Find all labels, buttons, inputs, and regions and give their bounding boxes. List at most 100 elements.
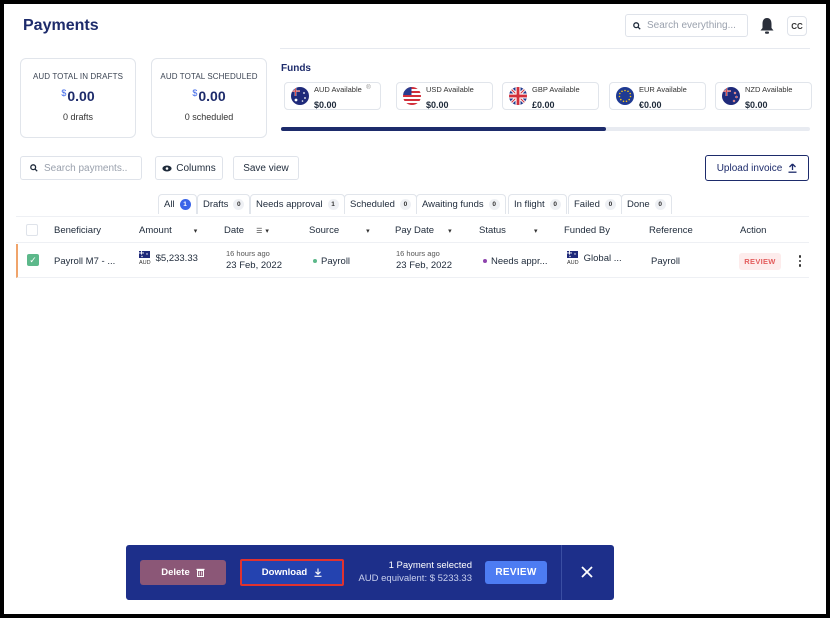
columns-label: Columns [176,162,216,174]
fund-name-eur: EUR Available [639,85,687,94]
search-icon [30,164,38,172]
fund-value-eur: €0.00 [639,100,662,110]
tab-awaiting-funds[interactable]: Awaiting funds 0 [416,194,506,214]
scheduled-count: 0 scheduled [184,112,234,122]
app-window: Payments Search everything... CC AUD TOT… [4,4,826,614]
upload-invoice-label: Upload invoice [716,162,783,174]
fund-value-aud: $0.00 [314,100,337,110]
trash-icon [196,568,205,577]
australia-flag-icon: AUD [139,251,151,266]
drafts-total-card: AUD TOTAL IN DRAFTS $0.00 0 drafts [20,58,136,138]
column-header-status[interactable]: Status ▾ [479,225,537,236]
chevron-down-icon[interactable]: ▾ [194,227,198,235]
tab-scheduled[interactable]: Scheduled 0 [344,194,417,214]
tab-in-flight[interactable]: In flight 0 [508,194,567,214]
uk-flag-icon [509,87,527,105]
bulk-action-bar: Delete Download 1 Payment selected AUD e… [126,545,614,600]
funds-title: Funds [281,63,311,74]
select-all-checkbox[interactable] [26,224,38,236]
aud-equivalent-text: AUD equivalent: $ 5233.33 [358,573,472,584]
fund-card-usd[interactable]: USD Available $0.00 [396,82,493,110]
tab-count-badge: 0 [604,199,616,210]
chevron-down-icon[interactable]: ▾ [534,227,538,235]
cell-pay-date: 16 hours ago 23 Feb, 2022 [396,248,452,272]
payments-search-input[interactable]: Search payments.. [20,156,142,180]
column-header-reference[interactable]: Reference [649,225,693,236]
delete-button[interactable]: Delete [140,560,226,585]
scheduled-total-label: AUD TOTAL SCHEDULED [160,72,258,81]
drafts-total-amount: $0.00 [61,88,95,104]
action-bar-divider [561,545,562,600]
tab-count-badge: 1 [179,199,191,210]
fund-value-usd: $0.00 [426,100,449,110]
fund-card-eur[interactable]: EUR Available €0.00 [609,82,706,110]
column-header-date[interactable]: Date ☰ ▾ [224,225,269,236]
more-options-icon[interactable] [797,253,803,269]
column-header-amount[interactable]: Amount ▾ [139,225,197,236]
bell-icon[interactable] [758,16,776,36]
tab-count-badge: 0 [488,199,500,210]
australia-flag-icon: AUD [567,251,579,266]
payments-search-placeholder: Search payments.. [44,162,128,174]
eu-flag-icon [616,87,634,105]
scheduled-total-card: AUD TOTAL SCHEDULED $0.00 0 scheduled [151,58,267,138]
selection-summary: 1 Payment selected AUD equivalent: $ 523… [354,559,472,585]
fund-value-gbp: £0.00 [532,100,555,110]
date-relative: 16 hours ago [226,249,270,258]
australia-flag-icon [291,87,309,105]
chevron-down-icon[interactable]: ▾ [265,227,269,235]
cell-amount: AUD $5,233.33 [139,251,198,266]
table-row[interactable]: ✓ Payroll M7 - ... AUD $5,233.33 16 hour… [16,244,809,278]
upload-invoice-button[interactable]: Upload invoice [705,155,809,181]
fund-name-usd: USD Available [426,85,474,94]
chevron-down-icon[interactable]: ▾ [448,227,452,235]
sort-icon[interactable]: ☰ [256,227,262,235]
cell-beneficiary: Payroll M7 - ... [54,256,116,267]
tab-all[interactable]: All 1 [158,194,197,214]
pay-date-relative: 16 hours ago [396,249,440,258]
fund-card-aud[interactable]: AUD Available ® $0.00 [284,82,381,110]
row-checkbox-checked[interactable]: ✓ [27,254,39,266]
upload-icon [788,163,797,173]
columns-button[interactable]: Columns [155,156,223,180]
column-header-action: Action [740,225,767,236]
user-avatar[interactable]: CC [787,16,807,36]
tab-count-badge: 0 [549,199,561,210]
cell-source: Payroll [313,256,350,267]
global-search-input[interactable]: Search everything... [625,14,748,37]
download-button[interactable]: Download [240,559,344,586]
tab-count-badge: 0 [654,199,666,210]
fund-card-nzd[interactable]: NZD Available $0.00 [715,82,812,110]
page-title: Payments [23,17,99,34]
tab-done[interactable]: Done 0 [621,194,672,214]
review-badge-button[interactable]: REVIEW [739,253,781,270]
selected-count-text: 1 Payment selected [388,560,472,571]
review-button[interactable]: REVIEW [485,561,547,584]
header-divider [280,48,810,49]
cell-date: 16 hours ago 23 Feb, 2022 [226,248,282,272]
tab-failed[interactable]: Failed 0 [568,194,622,214]
table-header: Beneficiary Amount ▾ Date ☰ ▾ Source ▾ Pay D… [16,216,809,243]
pay-date-value: 23 Feb, 2022 [396,260,452,271]
column-header-pay-date[interactable]: Pay Date ▾ [395,225,452,236]
drafts-count: 0 drafts [62,112,93,122]
column-header-beneficiary[interactable]: Beneficiary [54,225,101,236]
drafts-total-label: AUD TOTAL IN DRAFTS [32,72,124,81]
tab-drafts[interactable]: Drafts 0 [197,194,251,214]
column-header-funded-by[interactable]: Funded By [564,225,610,236]
cell-reference: Payroll [651,256,681,267]
chevron-down-icon[interactable]: ▾ [366,227,370,235]
scheduled-total-amount: $0.00 [192,88,226,104]
delete-label: Delete [161,567,190,578]
nz-flag-icon [722,87,740,105]
fund-card-gbp[interactable]: GBP Available £0.00 [502,82,599,110]
close-icon[interactable] [576,561,598,583]
save-view-button[interactable]: Save view [233,156,299,180]
column-header-source[interactable]: Source ▾ [309,225,370,236]
date-value: 23 Feb, 2022 [226,260,282,271]
cell-status: Needs appr... [483,256,548,267]
usa-flag-icon [403,87,421,105]
funds-scroll-thumb[interactable] [281,127,606,131]
tab-needs-approval[interactable]: Needs approval 1 [250,194,345,214]
cell-funded-by: AUD Global ... [567,251,622,266]
